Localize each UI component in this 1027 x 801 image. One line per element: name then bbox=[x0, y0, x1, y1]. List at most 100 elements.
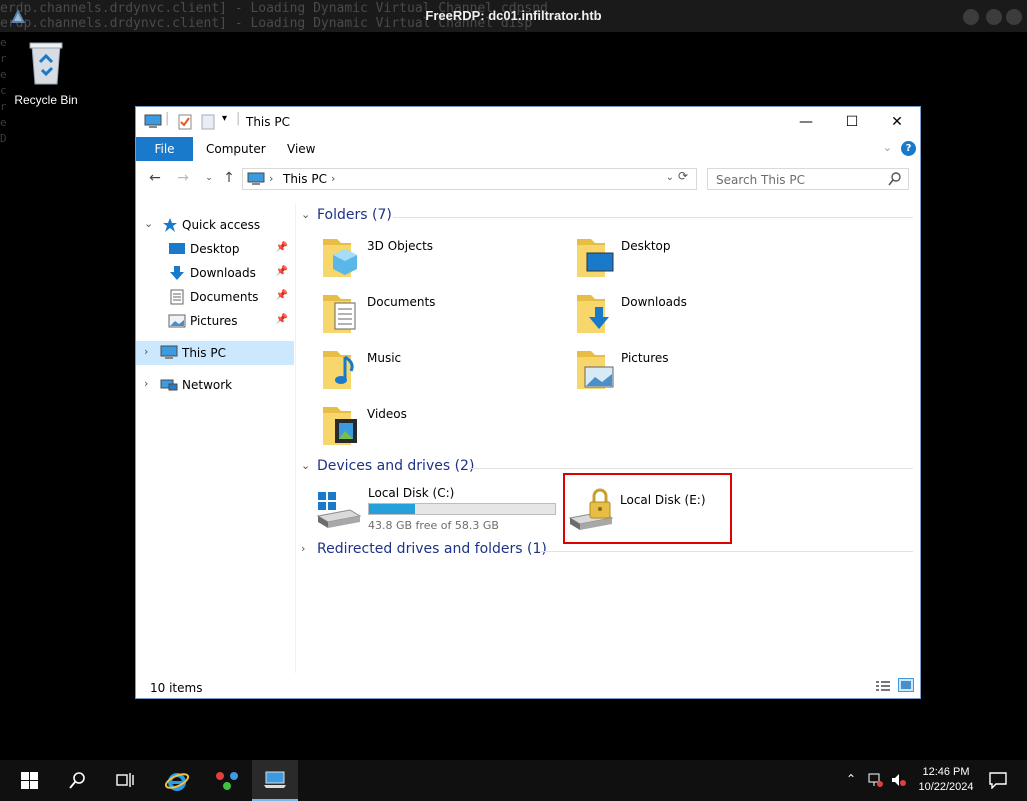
large-icons-view-icon[interactable] bbox=[898, 678, 914, 692]
download-arrow-icon bbox=[170, 266, 184, 280]
computer-icon bbox=[160, 345, 178, 359]
item-count: 10 items bbox=[150, 681, 203, 695]
sidebar-item-label: Documents bbox=[190, 290, 259, 304]
network-status-icon[interactable] bbox=[868, 772, 884, 788]
qat-dropdown-icon[interactable]: ▾ bbox=[222, 113, 227, 124]
window-title-bar: | ▾ | This PC — ☐ ✕ bbox=[136, 107, 920, 137]
collapse-chevron-icon[interactable]: ⌄ bbox=[301, 459, 310, 472]
close-button[interactable]: ✕ bbox=[887, 113, 907, 131]
internet-explorer-button[interactable] bbox=[154, 760, 200, 801]
folder-label: 3D Objects bbox=[367, 239, 434, 253]
computer-icon bbox=[247, 172, 265, 185]
sidebar-item-desktop[interactable]: Desktop 📌 bbox=[136, 237, 294, 261]
pin-icon[interactable]: 📌 bbox=[276, 314, 288, 325]
address-row: ← → ⌄ ↑ › This PC › ⌄ ⟳ Search This PC bbox=[136, 165, 920, 193]
recycle-bin-icon bbox=[29, 42, 63, 85]
search-icon bbox=[888, 172, 901, 186]
tab-computer[interactable]: Computer bbox=[206, 137, 266, 161]
breadcrumb-separator-icon[interactable]: › bbox=[269, 172, 273, 185]
group-divider bbox=[393, 217, 913, 218]
recycle-bin-shortcut[interactable]: Recycle Bin bbox=[8, 40, 84, 107]
expand-chevron-icon[interactable]: › bbox=[301, 542, 305, 555]
up-button[interactable]: ↑ bbox=[220, 169, 238, 187]
system-clock[interactable]: 12:46 PM 10/22/2024 bbox=[912, 765, 980, 795]
start-button[interactable] bbox=[6, 760, 52, 801]
refresh-icon[interactable]: ⟳ bbox=[678, 169, 688, 183]
forward-button[interactable]: → bbox=[174, 169, 192, 187]
maximize-button[interactable]: ☐ bbox=[842, 113, 862, 131]
group-header-redirected[interactable]: › Redirected drives and folders (1) bbox=[301, 541, 916, 561]
folder-label: Videos bbox=[367, 407, 407, 421]
highlight-box bbox=[563, 473, 732, 544]
ribbon-tabs: File Computer View ⌄ ? bbox=[136, 137, 920, 161]
sidebar-item-quick-access[interactable]: ⌄ Quick access bbox=[136, 213, 294, 237]
folder-desktop[interactable]: Desktop bbox=[575, 235, 815, 285]
pin-icon[interactable]: 📌 bbox=[276, 290, 288, 301]
search-button[interactable] bbox=[55, 760, 101, 801]
sidebar-item-pictures[interactable]: Pictures 📌 bbox=[136, 309, 294, 333]
address-bar[interactable]: › This PC › ⌄ bbox=[242, 168, 697, 190]
details-view-icon[interactable] bbox=[875, 680, 891, 692]
folder-pictures[interactable]: Pictures bbox=[575, 347, 815, 397]
videos-folder-icon bbox=[323, 407, 357, 445]
recent-locations-icon[interactable]: ⌄ bbox=[200, 169, 218, 187]
rdp-close-button[interactable] bbox=[1006, 9, 1022, 25]
sidebar-item-downloads[interactable]: Downloads 📌 bbox=[136, 261, 294, 285]
expand-chevron-icon[interactable]: › bbox=[144, 345, 148, 358]
sidebar-item-label: Downloads bbox=[190, 266, 256, 280]
folder-3d-objects[interactable]: 3D Objects bbox=[321, 235, 561, 285]
drive-c[interactable]: Local Disk (C:) 43.8 GB free of 58.3 GB bbox=[316, 484, 566, 540]
file-explorer-button[interactable] bbox=[252, 760, 298, 801]
search-input[interactable]: Search This PC bbox=[707, 168, 909, 190]
new-folder-icon[interactable] bbox=[201, 114, 215, 130]
sidebar-item-this-pc[interactable]: › This PC bbox=[136, 341, 294, 365]
tab-file[interactable]: File bbox=[136, 137, 193, 161]
rdp-window-title: FreeRDP: dc01.infiltrator.htb bbox=[425, 8, 602, 23]
help-button[interactable]: ? bbox=[901, 141, 916, 156]
folder-downloads[interactable]: Downloads bbox=[575, 291, 815, 341]
computer-icon bbox=[144, 114, 162, 128]
expand-chevron-icon[interactable]: › bbox=[144, 377, 148, 390]
sidebar-item-documents[interactable]: Documents 📌 bbox=[136, 285, 294, 309]
folder-videos[interactable]: Videos bbox=[321, 403, 561, 453]
pane-divider[interactable] bbox=[295, 203, 296, 673]
breadcrumb-separator-icon[interactable]: › bbox=[331, 172, 335, 185]
show-hidden-icons-icon[interactable]: ⌃ bbox=[846, 772, 856, 786]
volume-muted-icon[interactable] bbox=[891, 772, 907, 788]
drive-label: Local Disk (C:) bbox=[368, 486, 455, 500]
collapse-chevron-icon[interactable]: ⌄ bbox=[301, 208, 310, 221]
sidebar-item-label: Network bbox=[182, 378, 233, 392]
server-manager-button[interactable] bbox=[204, 760, 250, 801]
rdp-minimize-button[interactable] bbox=[963, 9, 979, 25]
network-icon bbox=[160, 379, 178, 391]
terminal-fragment: e bbox=[0, 68, 7, 81]
explorer-window: | ▾ | This PC — ☐ ✕ File Computer View ⌄… bbox=[135, 106, 921, 699]
rdp-maximize-button[interactable] bbox=[986, 9, 1002, 25]
drive-usage-bar bbox=[368, 503, 556, 515]
folder-music[interactable]: Music bbox=[321, 347, 561, 397]
app-icon bbox=[216, 772, 238, 790]
folder-documents[interactable]: Documents bbox=[321, 291, 561, 341]
notifications-icon[interactable] bbox=[989, 771, 1007, 789]
group-header-folders[interactable]: ⌄ Folders (7) bbox=[301, 207, 916, 227]
expand-ribbon-icon[interactable]: ⌄ bbox=[883, 141, 892, 154]
address-dropdown-icon[interactable]: ⌄ bbox=[666, 172, 674, 183]
sidebar-item-network[interactable]: › Network bbox=[136, 373, 294, 397]
taskbar: ⌃ 12:46 PM 10/22/2024 bbox=[0, 760, 1027, 801]
computer-icon bbox=[264, 771, 286, 788]
document-icon bbox=[170, 289, 184, 305]
properties-icon[interactable] bbox=[178, 114, 192, 130]
group-header-label: Redirected drives and folders (1) bbox=[317, 541, 547, 557]
back-button[interactable]: ← bbox=[146, 169, 164, 187]
expand-chevron-icon[interactable]: ⌄ bbox=[144, 217, 153, 230]
qat-divider: | bbox=[165, 111, 170, 126]
breadcrumb-this-pc[interactable]: This PC bbox=[283, 172, 327, 186]
task-view-button[interactable] bbox=[102, 760, 148, 801]
pin-icon[interactable]: 📌 bbox=[276, 242, 288, 253]
minimize-button[interactable]: — bbox=[796, 113, 816, 131]
qat-divider: | bbox=[236, 111, 241, 126]
tab-view[interactable]: View bbox=[287, 137, 315, 161]
folder-label: Music bbox=[367, 351, 402, 365]
search-placeholder: Search This PC bbox=[716, 173, 805, 187]
pin-icon[interactable]: 📌 bbox=[276, 266, 288, 277]
